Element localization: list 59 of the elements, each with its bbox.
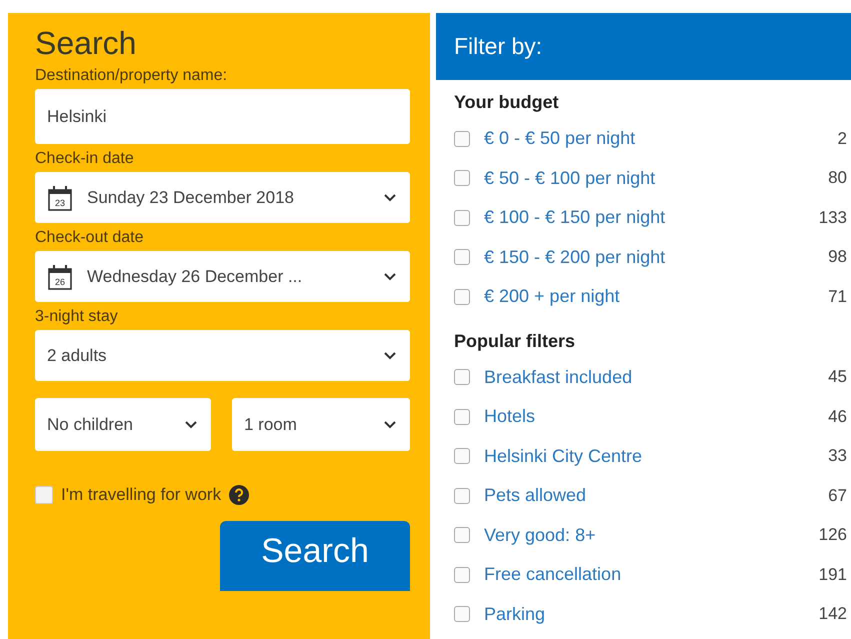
result-count: 191 (818, 564, 847, 585)
section-heading: Popular filters (454, 330, 576, 352)
filter-option[interactable]: € 50 - € 100 per night (484, 168, 828, 189)
chevron-down-icon (185, 420, 197, 428)
chevron-down-icon (384, 420, 396, 428)
filter-checkbox[interactable] (454, 249, 470, 266)
rooms-select[interactable]: 1 room (232, 398, 410, 451)
filter-option[interactable]: € 150 - € 200 per night (484, 246, 828, 268)
work-label: I'm travelling for work (61, 485, 222, 505)
filter-option[interactable]: Hotels (484, 406, 828, 428)
filter-option[interactable]: Breakfast included (484, 366, 828, 388)
date-select[interactable]: 26 Wednesday 26 December ... (35, 251, 410, 302)
filter-option[interactable]: € 100 - € 150 per night (484, 207, 819, 228)
filter-checkbox[interactable] (454, 288, 470, 305)
field-label: Check-out date (35, 229, 145, 247)
filter-option[interactable]: Parking (484, 604, 819, 625)
chevron-down-icon (384, 194, 396, 202)
filter-option[interactable]: Pets allowed (484, 485, 828, 506)
adults-select[interactable]: 2 adults (35, 330, 410, 381)
chevron-down-icon (384, 352, 396, 360)
filter-option[interactable]: € 0 - € 50 per night (484, 128, 838, 150)
filter-checkbox[interactable] (454, 488, 470, 504)
result-count: 133 (818, 208, 847, 228)
result-count: 98 (828, 247, 847, 268)
result-count: 71 (828, 286, 847, 307)
filter-checkbox[interactable] (454, 606, 470, 622)
filter-header: Filter by: (436, 13, 851, 80)
filter-checkbox[interactable] (454, 527, 470, 544)
children-select[interactable]: No children (35, 398, 211, 451)
result-count: 46 (828, 406, 847, 427)
stay-length: 3-night stay (35, 308, 119, 326)
filter-checkbox[interactable] (454, 170, 470, 186)
filter-checkbox[interactable] (454, 566, 470, 583)
work-checkbox[interactable] (35, 486, 53, 504)
filter-option[interactable]: Very good: 8+ (484, 524, 819, 546)
destination-field[interactable]: Helsinki (35, 89, 410, 144)
filter-checkbox[interactable] (454, 369, 470, 386)
result-count: 142 (818, 604, 847, 624)
search-title: Search (35, 25, 138, 61)
filter-option[interactable]: € 200 + per night (484, 286, 828, 308)
section-heading: Your budget (454, 92, 560, 113)
result-count: 67 (828, 486, 847, 506)
field-label: Destination/property name: (35, 67, 228, 85)
help-icon[interactable] (229, 485, 250, 505)
filter-checkbox[interactable] (454, 448, 470, 464)
result-count: 33 (828, 446, 847, 466)
filter-option[interactable]: Helsinki City Centre (484, 446, 828, 467)
filter-option[interactable]: Free cancellation (484, 564, 819, 586)
result-count: 126 (818, 525, 847, 546)
result-count: 2 (838, 128, 847, 149)
filter-checkbox[interactable] (454, 210, 470, 226)
field-label: Check-in date (35, 150, 135, 168)
search-button[interactable]: Search (220, 521, 410, 591)
date-select[interactable]: 23 Sunday 23 December 2018 (35, 172, 410, 223)
filter-checkbox[interactable] (454, 130, 470, 147)
result-count: 45 (828, 367, 847, 388)
chevron-down-icon (384, 272, 396, 280)
result-count: 80 (828, 168, 847, 188)
filter-checkbox[interactable] (454, 408, 470, 425)
